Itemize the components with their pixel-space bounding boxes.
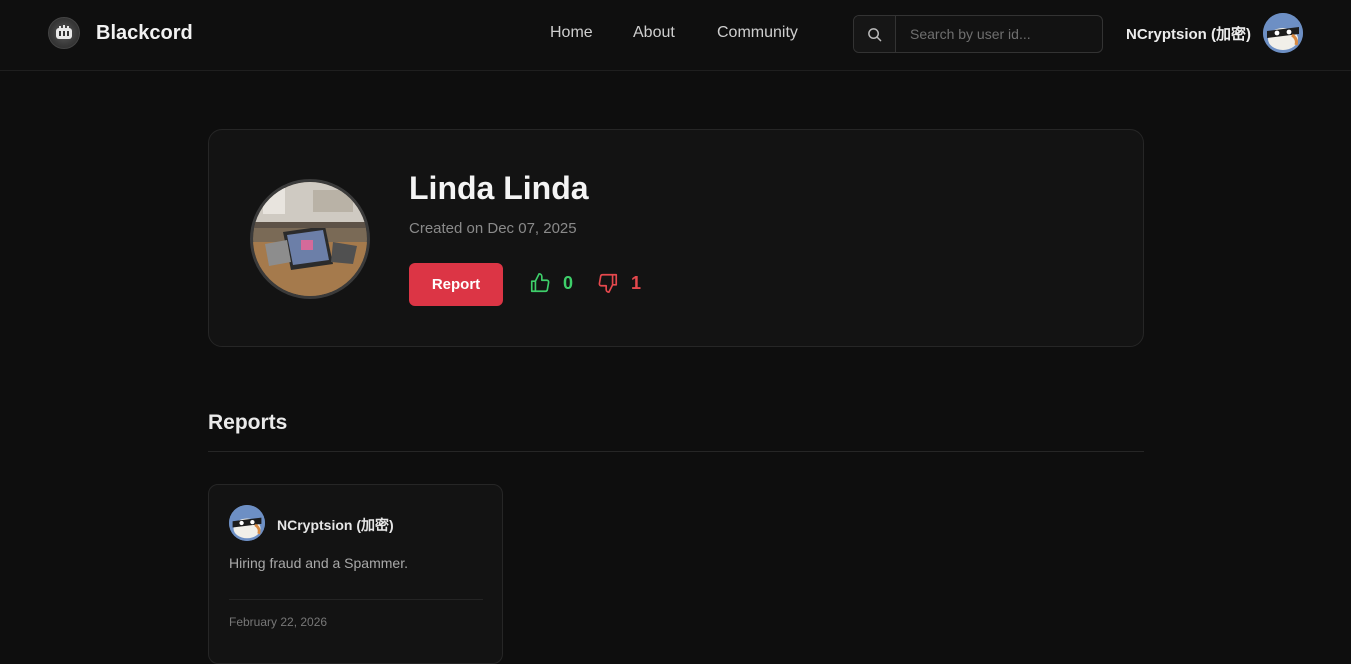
report-divider	[229, 599, 483, 600]
brand-name: Blackcord	[96, 21, 193, 44]
thumbs-up-icon	[530, 273, 550, 293]
nav-community[interactable]: Community	[717, 24, 798, 42]
report-button[interactable]: Report	[409, 263, 503, 306]
report-date: February 22, 2026	[229, 615, 328, 629]
search-button[interactable]	[854, 16, 896, 52]
report-text: Hiring fraud and a Spammer.	[229, 555, 408, 571]
brand[interactable]: Blackcord	[48, 17, 193, 49]
downvote-button[interactable]: 1	[597, 272, 641, 294]
upvote-button[interactable]: 0	[529, 272, 573, 294]
top-navigation-bar: Blackcord Home About Community NCryptsio…	[0, 0, 1351, 71]
thumbs-down-icon	[598, 273, 618, 293]
profile-photo	[250, 179, 370, 299]
nav-home[interactable]: Home	[550, 24, 593, 42]
upvote-count: 0	[563, 272, 574, 293]
profile-card: Linda Linda Created on Dec 07, 2025 Repo…	[208, 129, 1144, 347]
search-input[interactable]	[896, 16, 1102, 52]
current-user-name: NCryptsion (加密)	[1126, 25, 1251, 43]
report-author-avatar[interactable]	[229, 505, 265, 541]
nav-about[interactable]: About	[633, 24, 675, 42]
profile-created-date: Created on Dec 07, 2025	[409, 220, 577, 237]
search-icon	[868, 27, 882, 41]
reports-section-title: Reports	[208, 411, 288, 434]
profile-name: Linda Linda	[409, 170, 589, 206]
downvote-count: 1	[631, 272, 642, 293]
report-card: NCryptsion (加密) Hiring fraud and a Spamm…	[208, 484, 503, 664]
blackcord-logo-icon	[48, 17, 80, 49]
report-author-name[interactable]: NCryptsion (加密)	[277, 515, 394, 535]
section-divider	[208, 451, 1144, 452]
search-bar	[853, 15, 1103, 53]
user-menu[interactable]: NCryptsion (加密)	[1126, 13, 1303, 53]
avatar[interactable]	[1263, 13, 1303, 53]
